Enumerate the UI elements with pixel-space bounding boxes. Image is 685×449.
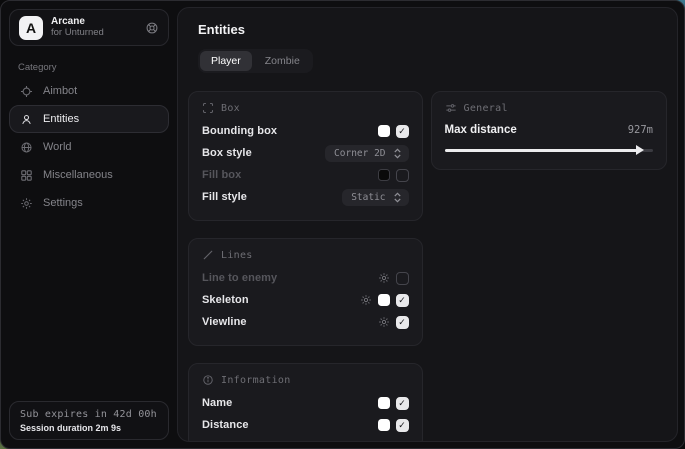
setting-row-line-to-enemy: Line to enemy (202, 267, 409, 289)
setting-row-viewline: Viewline (202, 311, 409, 333)
row-settings-gear-icon[interactable] (378, 272, 390, 284)
subscription-card: Sub expires in 42d 00h Session duration … (9, 401, 169, 440)
color-swatch[interactable] (378, 397, 390, 409)
setting-row-fill-style: Fill style Static (202, 186, 409, 208)
section-title: Lines (221, 250, 253, 261)
sidebar-item-label: Settings (43, 197, 83, 209)
sidebar-nav: Aimbot Entities World (9, 77, 169, 217)
setting-row-name: Name (202, 392, 409, 414)
app-logo: A (19, 16, 43, 40)
logo-letter: A (26, 20, 36, 36)
sub-expires-text: Sub expires in 42d 00h (20, 409, 158, 420)
sidebar-item-label: Miscellaneous (43, 169, 113, 181)
tab-zombie[interactable]: Zombie (254, 51, 311, 71)
color-swatch[interactable] (378, 125, 390, 137)
setting-row-bounding-box: Bounding box (202, 120, 409, 142)
entities-icon (20, 113, 33, 126)
gear-icon (20, 197, 33, 210)
sidebar-item-world[interactable]: World (9, 133, 169, 161)
globe-icon (20, 141, 33, 154)
sidebar-item-aimbot[interactable]: Aimbot (9, 77, 169, 105)
setting-row-box-style: Box style Corner 2D (202, 142, 409, 164)
sidebar-item-label: World (43, 141, 72, 153)
sidebar-item-settings[interactable]: Settings (9, 189, 169, 217)
color-swatch[interactable] (378, 419, 390, 431)
app-subtitle: for Unturned (51, 28, 137, 39)
sidebar: A Arcane for Unturned Category (1, 1, 177, 448)
main-panel: Entities Player Zombie Box (177, 7, 678, 442)
lifebuoy-icon[interactable] (145, 21, 159, 35)
box-corners-icon (202, 102, 214, 114)
sliders-icon (445, 102, 457, 114)
sidebar-item-entities[interactable]: Entities (9, 105, 169, 133)
setting-row-skeleton: Skeleton (202, 289, 409, 311)
section-title: Box (221, 103, 240, 114)
max-distance-slider[interactable] (445, 143, 653, 157)
general-section-card: General Max distance 927m (431, 91, 667, 170)
chevron-updown-icon (393, 192, 402, 203)
setting-row-distance: Distance (202, 414, 409, 436)
info-icon (202, 374, 214, 386)
sidebar-item-label: Entities (43, 113, 79, 125)
tab-player[interactable]: Player (200, 51, 252, 71)
box-style-dropdown[interactable]: Corner 2D (325, 145, 408, 162)
information-section-card: Information Name Distance (188, 363, 423, 442)
checkbox[interactable] (396, 397, 409, 410)
chevron-updown-icon (393, 148, 402, 159)
row-settings-gear-icon[interactable] (360, 294, 372, 306)
slider-fill[interactable] (445, 149, 638, 152)
app-window: A Arcane for Unturned Category (0, 0, 685, 449)
section-title: General (464, 103, 508, 114)
max-distance-value: 927m (628, 124, 653, 136)
category-label: Category (18, 62, 169, 73)
lines-section-card: Lines Line to enemy (188, 238, 423, 346)
session-duration-text: Session duration 2m 9s (20, 423, 158, 433)
color-swatch[interactable] (378, 169, 390, 181)
page-title: Entities (198, 22, 667, 37)
crosshair-icon (20, 85, 33, 98)
checkbox[interactable] (396, 272, 409, 285)
max-distance-label: Max distance (445, 124, 517, 136)
checkbox[interactable] (396, 316, 409, 329)
sidebar-item-miscellaneous[interactable]: Miscellaneous (9, 161, 169, 189)
checkbox[interactable] (396, 125, 409, 138)
checkbox[interactable] (396, 294, 409, 307)
dropdown-value: Static (351, 192, 385, 203)
dropdown-value: Corner 2D (334, 148, 385, 159)
setting-row-fill-box: Fill box (202, 164, 409, 186)
grid-icon (20, 169, 33, 182)
section-title: Information (221, 375, 291, 386)
box-section-card: Box Bounding box Box style Corner 2D (188, 91, 423, 221)
entity-tabs: Player Zombie (198, 49, 313, 73)
sidebar-item-label: Aimbot (43, 85, 77, 97)
checkbox[interactable] (396, 169, 409, 182)
brand-card: A Arcane for Unturned (9, 9, 169, 46)
color-swatch[interactable] (378, 294, 390, 306)
fill-style-dropdown[interactable]: Static (342, 189, 408, 206)
checkbox[interactable] (396, 419, 409, 432)
diagonal-line-icon (202, 249, 214, 261)
row-settings-gear-icon[interactable] (378, 316, 390, 328)
